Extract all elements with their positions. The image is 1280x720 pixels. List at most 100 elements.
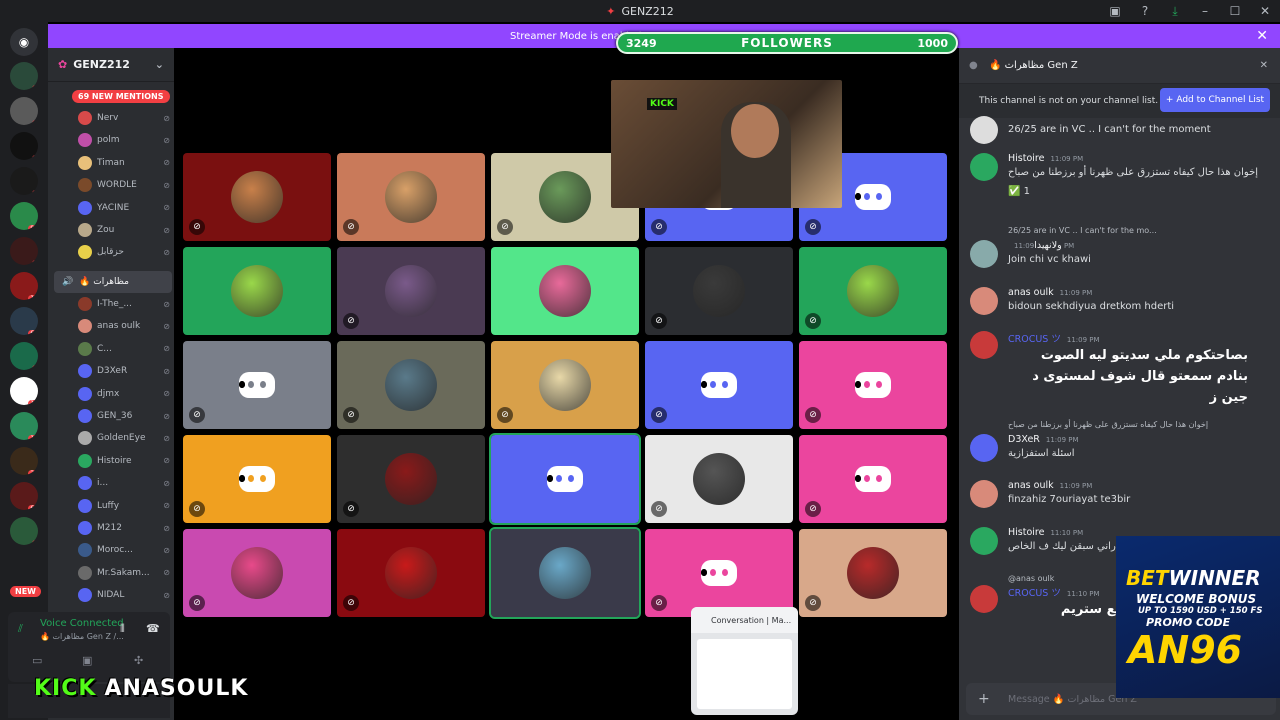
- kick-brand: KICK: [34, 676, 97, 701]
- participant-tile[interactable]: ⊘: [337, 247, 485, 335]
- discord-icon: ✦: [606, 4, 616, 18]
- member-item[interactable]: M212 ⊘: [78, 518, 170, 538]
- participant-tile[interactable]: ⊘: [799, 529, 947, 617]
- member-item[interactable]: GEN_36 ⊘: [78, 406, 170, 426]
- participant-tile[interactable]: [491, 247, 639, 335]
- camera-off-icon[interactable]: ▭: [32, 654, 42, 667]
- server-icon-4[interactable]: 94: [10, 202, 38, 230]
- conversation-popup[interactable]: Conversation | Ma...: [691, 607, 798, 715]
- server-icon-13[interactable]: 2: [10, 517, 38, 545]
- participant-tile[interactable]: ⊘: [645, 341, 793, 429]
- participant-tile[interactable]: ⊘: [337, 435, 485, 523]
- chevron-down-icon: ⌄: [154, 58, 164, 71]
- maximize-button[interactable]: ☐: [1220, 4, 1250, 18]
- server-icon-12[interactable]: 69: [10, 482, 38, 510]
- participant-tile[interactable]: ⊘: [799, 435, 947, 523]
- member-item[interactable]: C... ⊘: [78, 339, 170, 359]
- member-item[interactable]: Luffy ⊘: [78, 496, 170, 516]
- member-item[interactable]: YACINE ⊘: [78, 198, 170, 218]
- mic-muted-icon: ⊘: [163, 501, 170, 511]
- reply-preview[interactable]: @anas oulk: [1008, 574, 1054, 583]
- participant-tile[interactable]: ⊘: [337, 341, 485, 429]
- server-icon-2[interactable]: 8: [10, 132, 38, 160]
- server-header[interactable]: ✿ GENZ212 ⌄: [48, 48, 174, 82]
- server-icon-11[interactable]: 20: [10, 447, 38, 475]
- server-icon-6[interactable]: 18: [10, 272, 38, 300]
- member-item[interactable]: NIDAL ⊘: [78, 585, 170, 605]
- help-icon[interactable]: ?: [1130, 4, 1160, 18]
- inbox-icon[interactable]: ▣: [1100, 4, 1130, 18]
- server-icon-7[interactable]: 66: [10, 307, 38, 335]
- add-to-channel-list-button[interactable]: + Add to Channel List: [1160, 88, 1270, 112]
- voice-channel-item[interactable]: 🔊 🔥 مظاهرات: [54, 271, 172, 293]
- participant-tile[interactable]: ⊘: [491, 341, 639, 429]
- disconnect-icon[interactable]: ☎: [146, 622, 160, 635]
- unread-badge: 2: [32, 540, 38, 545]
- member-item[interactable]: GoldenEye ⊘: [78, 428, 170, 448]
- close-icon[interactable]: ✕: [1260, 60, 1268, 71]
- minimize-button[interactable]: –: [1190, 4, 1220, 18]
- reply-preview[interactable]: إخوان هذا حال كيفاه تستزرق على ظهرنا أو …: [1008, 420, 1208, 429]
- participant-tile[interactable]: [489, 433, 641, 525]
- avatar: [970, 240, 998, 268]
- avatar: [78, 341, 92, 356]
- participant-tile[interactable]: ⊘: [337, 153, 485, 241]
- server-icon-9[interactable]: 19: [10, 377, 38, 405]
- mentions-pill[interactable]: 69 NEW MENTIONS: [72, 90, 170, 103]
- noise-icon[interactable]: ⦀: [120, 622, 125, 636]
- member-item[interactable]: Mr.Sakam... ⊘: [78, 563, 170, 583]
- server-icon-3[interactable]: 6: [10, 167, 38, 195]
- server-icon-5[interactable]: 3: [10, 237, 38, 265]
- plus-icon[interactable]: +: [978, 691, 990, 707]
- member-name: Mr.Sakam...: [97, 567, 150, 578]
- member-item[interactable]: Nerv ⊘: [78, 108, 170, 128]
- server-icon-8[interactable]: 2: [10, 342, 38, 370]
- reply-preview[interactable]: 26/25 are in VC .. I can't for the mo...: [1008, 226, 1157, 235]
- participant-tile[interactable]: ⊘: [799, 341, 947, 429]
- participant-tile[interactable]: ⊘: [645, 529, 793, 617]
- download-icon[interactable]: ⤓: [1160, 4, 1190, 19]
- member-item[interactable]: Histoire ⊘: [78, 451, 170, 471]
- server-icon-0[interactable]: 2: [10, 62, 38, 90]
- member-item[interactable]: i... ⊘: [78, 473, 170, 493]
- member-item[interactable]: djmx ⊘: [78, 384, 170, 404]
- activity-icon[interactable]: ✣: [134, 654, 143, 667]
- participant-avatar: [539, 265, 591, 317]
- member-item[interactable]: Moroc... ⊘: [78, 540, 170, 560]
- participant-tile[interactable]: [489, 527, 641, 619]
- message-text: بصاحتكوم ملي سديتو ليه الصوت بنادم سمعتو…: [1032, 348, 1248, 405]
- author-name: D3XeR: [1008, 434, 1040, 445]
- mic-muted-icon: ⊘: [163, 456, 170, 466]
- participant-tile[interactable]: ⊘: [183, 341, 331, 429]
- avatar: [78, 476, 92, 491]
- signal-icon: ⫽: [18, 622, 23, 635]
- home-button[interactable]: ◉: [10, 28, 38, 56]
- member-item[interactable]: polm ⊘: [78, 130, 170, 150]
- server-icon-10[interactable]: 17: [10, 412, 38, 440]
- member-name: djmx: [97, 388, 120, 399]
- participant-tile[interactable]: ⊘: [645, 247, 793, 335]
- close-icon[interactable]: ✕: [1256, 28, 1268, 44]
- participant-tile[interactable]: ⊘: [183, 435, 331, 523]
- mic-muted-icon: ⊘: [163, 113, 170, 123]
- participant-tile[interactable]: ⊘: [337, 529, 485, 617]
- close-button[interactable]: ✕: [1250, 4, 1280, 18]
- member-item[interactable]: حزقابل ⊘: [78, 242, 170, 262]
- participant-tile[interactable]: ⊘: [183, 153, 331, 241]
- screen-share-icon[interactable]: ▣: [82, 654, 92, 667]
- member-item[interactable]: D3XeR ⊘: [78, 361, 170, 381]
- server-icon-1[interactable]: 1: [10, 97, 38, 125]
- participant-tile[interactable]: ⊘: [799, 247, 947, 335]
- ad-brand-b: WINNER: [1168, 566, 1261, 590]
- participant-tile[interactable]: ⊘: [183, 529, 331, 617]
- member-item[interactable]: anas oulk ⊘: [78, 316, 170, 336]
- member-item[interactable]: Zou ⊘: [78, 220, 170, 240]
- member-item[interactable]: I-The_... ⊘: [78, 294, 170, 314]
- member-item[interactable]: Timan ⊘: [78, 153, 170, 173]
- popup-preview: [697, 639, 792, 709]
- author-name: Histoire: [1008, 527, 1045, 538]
- member-item[interactable]: WORDLE ⊘: [78, 175, 170, 195]
- participant-tile[interactable]: ⊘: [645, 435, 793, 523]
- participant-tile[interactable]: [183, 247, 331, 335]
- mic-muted-icon: ⊘: [163, 299, 170, 309]
